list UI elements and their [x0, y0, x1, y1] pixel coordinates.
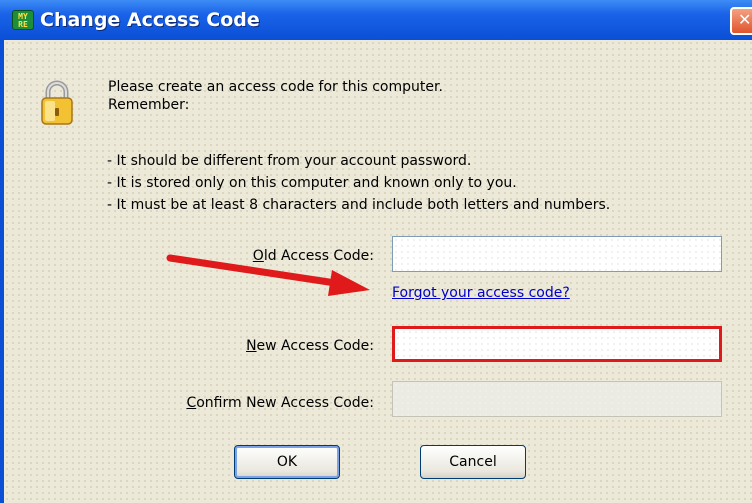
- annotation-arrow-icon: [166, 254, 370, 296]
- new-access-code-label: New Access Code:: [246, 338, 374, 354]
- dialog-body: Please create an access code for this co…: [4, 40, 752, 503]
- confirm-access-code-field[interactable]: [392, 381, 722, 417]
- svg-text:RE: RE: [18, 20, 28, 29]
- confirm-access-code-label: Confirm New Access Code:: [186, 395, 374, 411]
- cancel-button[interactable]: Cancel: [420, 445, 526, 479]
- intro-text: Please create an access code for this co…: [108, 78, 443, 114]
- intro-line-2: Remember:: [108, 97, 190, 113]
- requirement-item: - It is stored only on this computer and…: [107, 175, 517, 191]
- new-access-code-field[interactable]: [392, 326, 722, 362]
- lock-icon: [41, 80, 73, 125]
- forgot-access-code-link[interactable]: Forgot your access code?: [392, 285, 570, 301]
- dialog-window: MY RE Change Access Code ✕ Please create…: [0, 0, 752, 503]
- app-logo-icon: MY RE: [18, 12, 28, 29]
- requirements-list: - It should be different from your accou…: [107, 150, 610, 216]
- ok-button[interactable]: OK: [234, 445, 340, 479]
- old-access-code-field[interactable]: [392, 236, 722, 272]
- close-icon[interactable]: ✕: [730, 7, 752, 35]
- requirement-item: - It should be different from your accou…: [107, 153, 472, 169]
- requirement-item: - It must be at least 8 characters and i…: [107, 197, 611, 213]
- app-icon: MY RE: [12, 10, 34, 30]
- intro-line-1: Please create an access code for this co…: [108, 79, 443, 95]
- title-bar[interactable]: MY RE Change Access Code ✕: [0, 0, 752, 40]
- window-title: Change Access Code: [40, 9, 260, 31]
